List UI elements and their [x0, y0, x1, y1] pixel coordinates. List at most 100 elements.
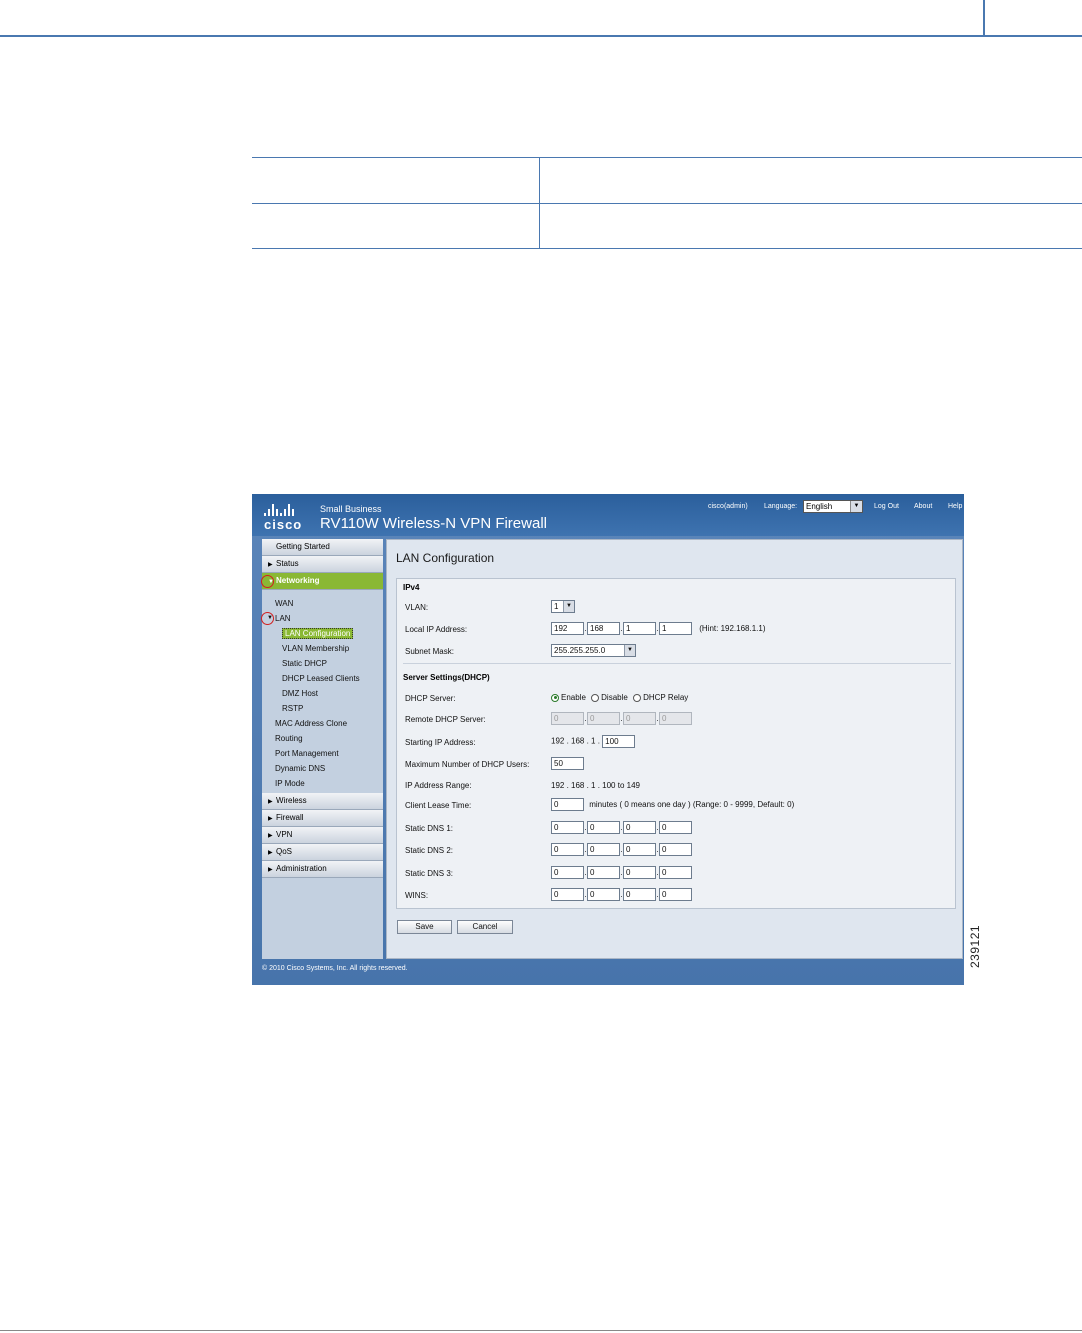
local-ip-octet-4[interactable]: 1: [659, 622, 692, 635]
help-link[interactable]: Help: [948, 503, 962, 510]
sidebar-item-dhcp-leased-clients[interactable]: DHCP Leased Clients: [262, 671, 383, 686]
wins-octet-1[interactable]: 0: [551, 888, 584, 901]
main-panel: LAN Configuration IPv4 VLAN: 1 ▼ Local IP…: [386, 539, 963, 959]
sidebar-item-firewall[interactable]: ▶ Firewall: [262, 810, 383, 827]
max-users-input[interactable]: 50: [551, 757, 584, 770]
sidebar-item-getting-started[interactable]: Getting Started: [262, 539, 383, 556]
dhcp-relay-radio[interactable]: [633, 693, 642, 702]
remote-dhcp-octet-1: 0: [551, 712, 584, 725]
lease-time-input[interactable]: 0: [551, 798, 584, 811]
sidebar-item-routing[interactable]: Routing: [262, 731, 383, 746]
lease-time-hint: minutes ( 0 means one day ) (Range: 0 - …: [589, 799, 795, 809]
dns1-octet-2[interactable]: 0: [587, 821, 620, 834]
dns2-label: Static DNS 2:: [405, 846, 454, 855]
dns3-octet-3[interactable]: 0: [623, 866, 656, 879]
dns3-label: Static DNS 3:: [405, 869, 454, 878]
cancel-button[interactable]: Cancel: [457, 920, 513, 934]
subnet-field-wrap: 255.255.255.0 ▼: [551, 644, 636, 657]
vlan-select[interactable]: 1 ▼: [551, 600, 575, 613]
wins-octet-4[interactable]: 0: [659, 888, 692, 901]
dns1-octet-1[interactable]: 0: [551, 821, 584, 834]
sidebar-item-dynamic-dns[interactable]: Dynamic DNS: [262, 761, 383, 776]
subnet-mask-select[interactable]: 255.255.255.0 ▼: [551, 644, 636, 657]
sidebar-item-vlan-membership[interactable]: VLAN Membership: [262, 641, 383, 656]
router-ui-screenshot: cisco Small Business RV110W Wireless-N V…: [252, 494, 964, 985]
sidebar-item-networking[interactable]: ▼ Networking: [262, 573, 383, 590]
dns1-octet-3[interactable]: 0: [623, 821, 656, 834]
language-value: English: [806, 502, 833, 511]
sidebar-item-qos[interactable]: ▶ QoS: [262, 844, 383, 861]
dhcp-enable-radio[interactable]: [551, 693, 559, 702]
start-ip-last-octet[interactable]: 100: [602, 735, 636, 748]
local-ip-octet-3[interactable]: 1: [623, 622, 656, 635]
wins-octet-2[interactable]: 0: [587, 888, 620, 901]
small-business-label: Small Business: [320, 504, 382, 514]
sidebar-item-wireless[interactable]: ▶ Wireless: [262, 793, 383, 810]
local-ip-hint: (Hint: 192.168.1.1): [699, 623, 766, 633]
logout-link[interactable]: Log Out: [874, 503, 899, 510]
footer-rule: [0, 1330, 1082, 1331]
start-ip-prefix: 192 . 168 . 1 .: [551, 736, 600, 746]
about-link[interactable]: About: [914, 503, 932, 510]
cisco-logo: cisco: [264, 517, 303, 532]
dns2-octet-2[interactable]: 0: [587, 843, 620, 856]
doc-table: [252, 157, 1082, 249]
triangle-right-icon: ▶: [268, 867, 273, 873]
sidebar-item-mac-address-clone[interactable]: MAC Address Clone: [262, 716, 383, 731]
sidebar-item-vpn[interactable]: ▶ VPN: [262, 827, 383, 844]
ip-range-label: IP Address Range:: [405, 781, 472, 790]
max-users-field-wrap: 50: [551, 757, 584, 770]
dhcp-disable-radio[interactable]: [591, 693, 600, 702]
max-users-label: Maximum Number of DHCP Users:: [405, 760, 530, 769]
chevron-down-icon: ▼: [563, 601, 574, 612]
dns2-octet-1[interactable]: 0: [551, 843, 584, 856]
wins-octet-3[interactable]: 0: [623, 888, 656, 901]
sidebar-item-port-management[interactable]: Port Management: [262, 746, 383, 761]
dns3-field-wrap: 0.0.0.0: [551, 866, 692, 879]
section-title-ipv4: IPv4: [403, 583, 420, 592]
sidebar-item-administration[interactable]: ▶ Administration: [262, 861, 383, 878]
section-title-dhcp: Server Settings(DHCP): [403, 673, 490, 682]
lease-time-field-wrap: 0 minutes ( 0 means one day ) (Range: 0 …: [551, 798, 794, 811]
triangle-right-icon: ▶: [268, 833, 273, 839]
sidebar-item-label: LAN: [275, 614, 291, 623]
local-ip-label: Local IP Address:: [405, 625, 468, 634]
chevron-down-icon: ▼: [624, 645, 635, 656]
sidebar-item-static-dhcp[interactable]: Static DHCP: [262, 656, 383, 671]
sidebar-item-lan-configuration[interactable]: LAN Configuration: [262, 626, 383, 641]
triangle-right-icon: ▶: [268, 816, 273, 822]
page-title: LAN Configuration: [396, 551, 495, 565]
sidebar-item-wan[interactable]: WAN: [262, 596, 383, 611]
sidebar-item-dmz-host[interactable]: DMZ Host: [262, 686, 383, 701]
dns2-octet-3[interactable]: 0: [623, 843, 656, 856]
dns3-octet-2[interactable]: 0: [587, 866, 620, 879]
subnet-mask-value: 255.255.255.0: [554, 646, 606, 655]
sidebar-item-lan[interactable]: ▼ LAN: [262, 611, 383, 626]
settings-card: IPv4 VLAN: 1 ▼ Local IP Address: 192. 168.…: [396, 578, 956, 909]
callout-circle: [261, 612, 274, 625]
dns3-octet-4[interactable]: 0: [659, 866, 692, 879]
dns2-octet-4[interactable]: 0: [659, 843, 692, 856]
triangle-right-icon: ▶: [268, 562, 273, 568]
sidebar-item-status[interactable]: ▶ Status: [262, 556, 383, 573]
chevron-down-icon: ▼: [850, 501, 862, 512]
sidebar-item-label: QoS: [276, 847, 293, 856]
language-select[interactable]: English ▼: [803, 500, 863, 513]
dhcp-enable-label: Enable: [561, 693, 586, 702]
wins-label: WINS:: [405, 891, 429, 900]
local-ip-octet-1[interactable]: 192: [551, 622, 584, 635]
start-ip-field-wrap: 192 . 168 . 1 . 100: [551, 735, 636, 748]
vlan-field-wrap: 1 ▼: [551, 600, 575, 613]
section-divider: [403, 663, 951, 664]
sidebar-item-rstp[interactable]: RSTP: [262, 701, 383, 716]
dns1-label: Static DNS 1:: [405, 824, 454, 833]
dns3-octet-1[interactable]: 0: [551, 866, 584, 879]
sidebar-item-ip-mode[interactable]: IP Mode: [262, 776, 383, 791]
local-ip-octet-2[interactable]: 168: [587, 622, 620, 635]
header-rule: [0, 35, 1082, 37]
dhcp-server-options: Enable Disable DHCP Relay: [551, 693, 688, 702]
dns1-octet-4[interactable]: 0: [659, 821, 692, 834]
save-button[interactable]: Save: [397, 920, 452, 934]
sidebar-item-label: Administration: [276, 864, 327, 873]
copyright-footer: © 2010 Cisco Systems, Inc. All rights re…: [262, 965, 408, 972]
